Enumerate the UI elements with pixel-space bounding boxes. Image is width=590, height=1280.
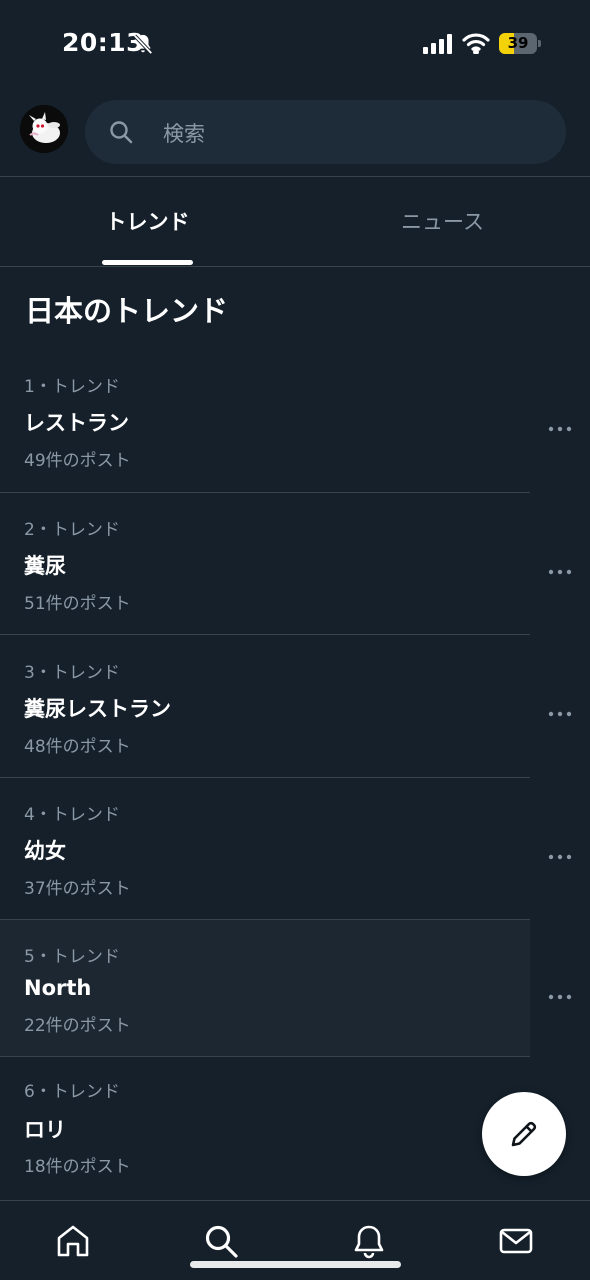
battery-level: 39: [507, 34, 529, 52]
trend-post-count: 49件のポスト: [24, 451, 131, 471]
battery-icon: 39: [499, 33, 541, 54]
bell-slash-icon: [132, 32, 154, 56]
more-options-icon[interactable]: [548, 703, 572, 717]
trend-meta: 6・トレンド: [24, 1082, 120, 1102]
trend-meta: 1・トレンド: [24, 377, 120, 397]
home-indicator: [190, 1261, 401, 1268]
trend-item[interactable]: 5・トレンド North 22件のポスト: [0, 920, 590, 1056]
bell-icon[interactable]: [351, 1223, 387, 1259]
tab-news-label: ニュース: [401, 210, 484, 234]
avatar[interactable]: [20, 105, 68, 153]
tab-trends[interactable]: トレンド: [0, 178, 295, 266]
trend-name: 糞尿レストラン: [24, 697, 171, 721]
tab-news[interactable]: ニュース: [295, 178, 590, 266]
trend-item[interactable]: 2・トレンド 糞尿 51件のポスト: [0, 493, 590, 634]
active-tab-indicator: [102, 260, 193, 265]
compose-button[interactable]: [482, 1092, 566, 1176]
bottom-nav: [0, 1200, 590, 1280]
wifi-icon: [462, 32, 490, 56]
section-title: 日本のトレンド: [25, 294, 229, 328]
trend-post-count: 18件のポスト: [24, 1157, 131, 1177]
trend-post-count: 37件のポスト: [24, 879, 131, 899]
search-icon: [109, 120, 133, 144]
trend-post-count: 22件のポスト: [24, 1016, 131, 1036]
top-bar: 検索: [0, 100, 590, 166]
trend-meta: 2・トレンド: [24, 520, 120, 540]
trend-meta: 5・トレンド: [24, 947, 120, 967]
search-input[interactable]: 検索: [85, 100, 566, 164]
search-icon[interactable]: [203, 1223, 239, 1259]
more-options-icon[interactable]: [548, 846, 572, 860]
trend-name: 糞尿: [24, 554, 66, 578]
tabs-divider: [0, 266, 590, 267]
trend-post-count: 48件のポスト: [24, 737, 131, 757]
trend-name: 幼女: [24, 839, 66, 863]
cellular-signal-icon: [423, 34, 453, 54]
trend-meta: 4・トレンド: [24, 805, 120, 825]
header-divider: [0, 176, 590, 177]
trend-meta: 3・トレンド: [24, 663, 120, 683]
compose-pencil-icon: [511, 1121, 537, 1147]
tab-trends-label: トレンド: [105, 210, 190, 234]
trend-name: ロリ: [24, 1118, 66, 1142]
tab-bar: トレンド ニュース: [0, 178, 590, 266]
trend-post-count: 51件のポスト: [24, 594, 131, 614]
trend-name: North: [24, 976, 92, 1000]
home-icon[interactable]: [55, 1223, 91, 1259]
search-placeholder: 検索: [163, 122, 205, 146]
more-options-icon[interactable]: [548, 561, 572, 575]
trend-name: レストラン: [24, 411, 129, 435]
mail-icon[interactable]: [498, 1223, 534, 1259]
trend-item[interactable]: 3・トレンド 糞尿レストラン 48件のポスト: [0, 635, 590, 777]
trend-item[interactable]: 4・トレンド 幼女 37件のポスト: [0, 778, 590, 919]
trend-item[interactable]: 1・トレンド レストラン 49件のポスト: [0, 352, 590, 492]
status-bar: 20:13 39: [0, 0, 590, 88]
more-options-icon[interactable]: [548, 418, 572, 432]
more-options-icon[interactable]: [548, 986, 572, 1000]
